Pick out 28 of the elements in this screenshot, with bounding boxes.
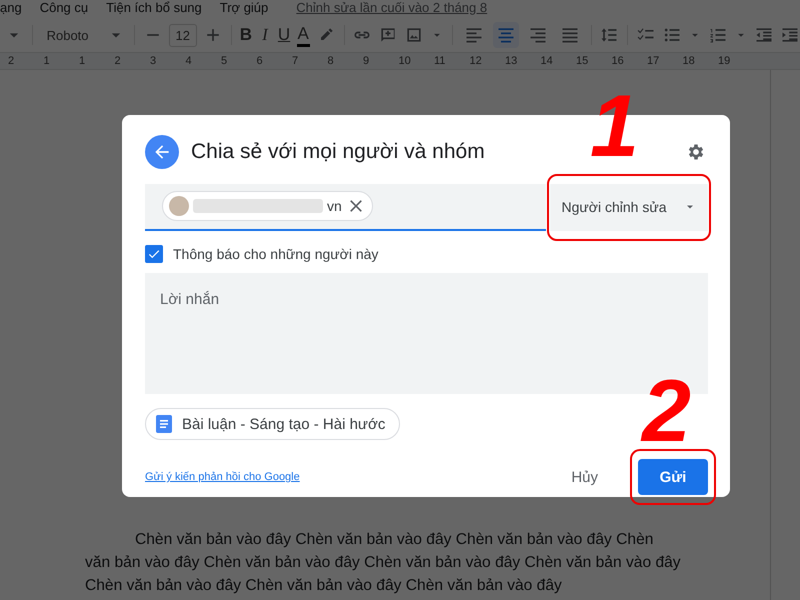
dialog-title: Chia sẻ với mọi người và nhóm [191, 140, 486, 164]
ruler[interactable]: 2 1 1 2 3 4 5 6 7 8 9 10 11 12 13 14 15 16 17 18 19 [0, 53, 800, 70]
last-edit-link[interactable]: Chỉnh sửa lần cuối vào 2 tháng 8 [296, 0, 488, 16]
send-button[interactable]: Gửi [638, 459, 708, 496]
menu-item[interactable]: Công cụ [40, 0, 88, 16]
back-button[interactable] [145, 135, 179, 169]
notify-checkbox[interactable] [145, 244, 163, 263]
font-dropdown[interactable]: Roboto [40, 24, 100, 46]
cancel-button[interactable]: Hủy [557, 460, 612, 494]
menu-item[interactable]: Tiện ích bổ sung [106, 0, 202, 16]
file-chip: Bài luận - Sáng tạo - Hài hước [145, 408, 400, 440]
align-button[interactable] [492, 22, 519, 48]
recipient-chip[interactable]: vn [162, 191, 373, 222]
feedback-link[interactable]: Gửi ý kiến phản hồi cho Google [145, 471, 558, 484]
format-button[interactable]: I [258, 25, 272, 45]
notify-label: Thông báo cho những người này [173, 246, 378, 262]
format-button[interactable]: A [296, 24, 310, 46]
recipient-field[interactable]: vn [145, 184, 546, 231]
font-size-field[interactable]: 12 [168, 24, 197, 46]
menu-item[interactable]: Trợ giúp [220, 0, 268, 16]
document-paragraph: Chèn văn bản vào đây Chèn văn bản vào đây Chèn văn bản vào đây Chèn văn bản vào đây Chèn văn bản vào đây Chèn văn bản vào đây Chèn văn bản vào đây Chèn văn bản vào đây Chèn văn bản vào đây Chèn văn bản vào đây [85, 530, 682, 596]
document-icon [156, 415, 172, 434]
avatar-icon [169, 196, 189, 216]
format-button[interactable]: B [239, 25, 252, 45]
format-button[interactable]: U [278, 25, 291, 45]
role-dropdown[interactable]: Người chỉnh sửa [550, 184, 708, 231]
email-suffix: vn [327, 198, 342, 214]
menu-item[interactable]: ạng [0, 0, 22, 16]
